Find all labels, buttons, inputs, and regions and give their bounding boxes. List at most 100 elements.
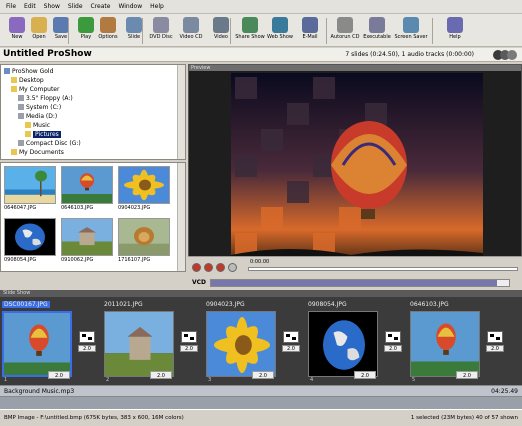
tree-item-label: Desktop [19, 77, 44, 84]
transition-item[interactable]: 2.0 [180, 331, 198, 359]
file-thumbnail-list: 0646047.JPG 0646103.JPG 0904023.JPG 0908054… [0, 162, 186, 272]
folder-icon [18, 113, 24, 119]
slide-image [410, 311, 480, 377]
help-toolbar-button[interactable]: Help [440, 16, 470, 46]
slide-item[interactable]: DSC00167.JPG 1 2.0 [2, 301, 74, 383]
soundtrack-time: 04:25.49 [491, 388, 518, 395]
file-thumbnail[interactable]: 0904023.JPG [118, 166, 170, 211]
file-thumbnail[interactable]: 1716107.JPG [118, 218, 170, 263]
transition-icon [79, 331, 95, 343]
record-button[interactable] [192, 263, 201, 272]
main-toolbar: New Open Save Play Options Slide DVD Disc Video… [0, 14, 522, 47]
transition-item[interactable]: 2.0 [486, 331, 504, 359]
playback-controls: 0:00.00 VCD [188, 256, 522, 290]
tree-item[interactable]: My Computer [11, 86, 59, 93]
slide-image [2, 311, 72, 377]
file-thumbnail[interactable]: 0646103.JPG [61, 166, 113, 211]
stop-button[interactable] [204, 263, 213, 272]
transition-duration[interactable]: 2.0 [180, 345, 198, 352]
menu-create[interactable]: Create [87, 0, 115, 14]
e-mail-toolbar-button[interactable]: E-Mail [295, 16, 325, 46]
screen-saver-toolbar-button[interactable]: Screen Saver [394, 16, 428, 46]
tree-item[interactable]: Compact Disc (G:) [18, 140, 81, 147]
file-thumbnail[interactable]: 0908054.JPG [4, 218, 56, 263]
menu-window[interactable]: Window [114, 0, 146, 14]
options-icon [100, 17, 116, 33]
transition-duration[interactable]: 2.0 [384, 345, 402, 352]
tree-item-label: 3.5" Floppy (A:) [26, 95, 73, 102]
slide-duration[interactable]: 2.0 [252, 371, 274, 379]
slide-filename: 0904023.JPG [206, 301, 245, 308]
executable-icon [369, 17, 385, 33]
transition-icon [487, 331, 503, 343]
slide-toolbar-button[interactable]: Slide [119, 16, 149, 46]
thumbnail-image [118, 166, 170, 204]
thumbnail-filename: 0908054.JPG [4, 257, 37, 263]
autorun-cd-toolbar-button[interactable]: Autorun CD [330, 16, 360, 46]
transition-duration[interactable]: 2.0 [282, 345, 300, 352]
play-button[interactable] [216, 263, 225, 272]
thumbnail-image [4, 166, 56, 204]
tree-root[interactable]: ProShow Gold [4, 68, 53, 75]
share-show-toolbar-button[interactable]: Share Show [235, 16, 265, 46]
file-thumbnail[interactable]: 0646047.JPG [4, 166, 56, 211]
preview-header: Preview [189, 65, 521, 71]
slide-item[interactable]: 2011021.JPG 2 2.0 [104, 301, 176, 383]
web-show-icon [272, 17, 288, 33]
tree-item-label: Music [33, 122, 51, 129]
menu-edit[interactable]: Edit [20, 0, 40, 14]
tree-item[interactable]: My Documents [11, 149, 64, 156]
web-show-toolbar-button[interactable]: Web Show [265, 16, 295, 46]
transition-item[interactable]: 2.0 [384, 331, 402, 359]
menu-file[interactable]: File [2, 0, 20, 14]
tree-item[interactable]: Media (D:) [18, 113, 57, 120]
slide-duration[interactable]: 2.0 [150, 371, 172, 379]
transition-duration[interactable]: 2.0 [486, 345, 504, 352]
timeline-scrubber[interactable] [248, 267, 518, 271]
file-thumbnail[interactable]: 0910062.JPG [61, 218, 113, 263]
slide-duration[interactable]: 2.0 [48, 371, 70, 379]
transition-item[interactable]: 2.0 [78, 331, 96, 359]
toolbar-separator [230, 18, 231, 44]
toolbar-button-label: Screen Saver [394, 34, 428, 40]
slide-duration[interactable]: 2.0 [354, 371, 376, 379]
slide-duration[interactable]: 2.0 [456, 371, 478, 379]
video-toolbar-button[interactable]: Video [206, 16, 236, 46]
menu-help[interactable]: Help [146, 0, 168, 14]
folder-icon [18, 140, 24, 146]
screen-saver-icon [403, 17, 419, 33]
menu-show[interactable]: Show [40, 0, 64, 14]
soundtrack-bar[interactable]: Background Music.mp3 04:25.49 [0, 385, 522, 397]
tree-item[interactable]: Music [25, 122, 50, 129]
folder-icon [25, 131, 31, 137]
slide-number: 3 [208, 377, 212, 383]
menu-slide[interactable]: Slide [64, 0, 87, 14]
slide-item[interactable]: 0904023.JPG 3 2.0 [206, 301, 278, 383]
thumbnail-scrollbar[interactable] [177, 163, 185, 271]
slide-item[interactable]: 0646103.JPG 5 2.0 [410, 301, 482, 383]
slide-item[interactable]: 0908054.JPG 4 2.0 [308, 301, 380, 383]
pause-button[interactable] [228, 263, 237, 272]
tree-item[interactable]: Pictures [25, 131, 61, 138]
executable-toolbar-button[interactable]: Executable [362, 16, 392, 46]
transition-item[interactable]: 2.0 [282, 331, 300, 359]
video-cd-toolbar-button[interactable]: Video CD [176, 16, 206, 46]
slide-image [308, 311, 378, 377]
tree-item[interactable]: 3.5" Floppy (A:) [18, 95, 73, 102]
video-cd-icon [183, 17, 199, 33]
tree-scrollbar[interactable] [177, 65, 185, 159]
tree-item-label: Media (D:) [26, 113, 58, 120]
thumbnail-filename: 1716107.JPG [118, 257, 151, 263]
tree-item-label: Pictures [33, 131, 61, 138]
slide-number: 5 [412, 377, 416, 383]
toolbar-button-label: Help [449, 34, 461, 40]
transition-duration[interactable]: 2.0 [78, 345, 96, 352]
tree-item[interactable]: Desktop [11, 77, 44, 84]
toolbar-separator [326, 18, 327, 44]
email-icon [302, 17, 318, 33]
folder-icon [25, 122, 31, 128]
dvd-disc-toolbar-button[interactable]: DVD Disc [146, 16, 176, 46]
show-summary: 7 slides (0:24.50), 1 audio tracks (0:00… [345, 51, 474, 58]
status-bar: BMP Image - F:\untitled.bmp (675K bytes,… [0, 409, 522, 426]
tree-item[interactable]: System (C:) [18, 104, 61, 111]
